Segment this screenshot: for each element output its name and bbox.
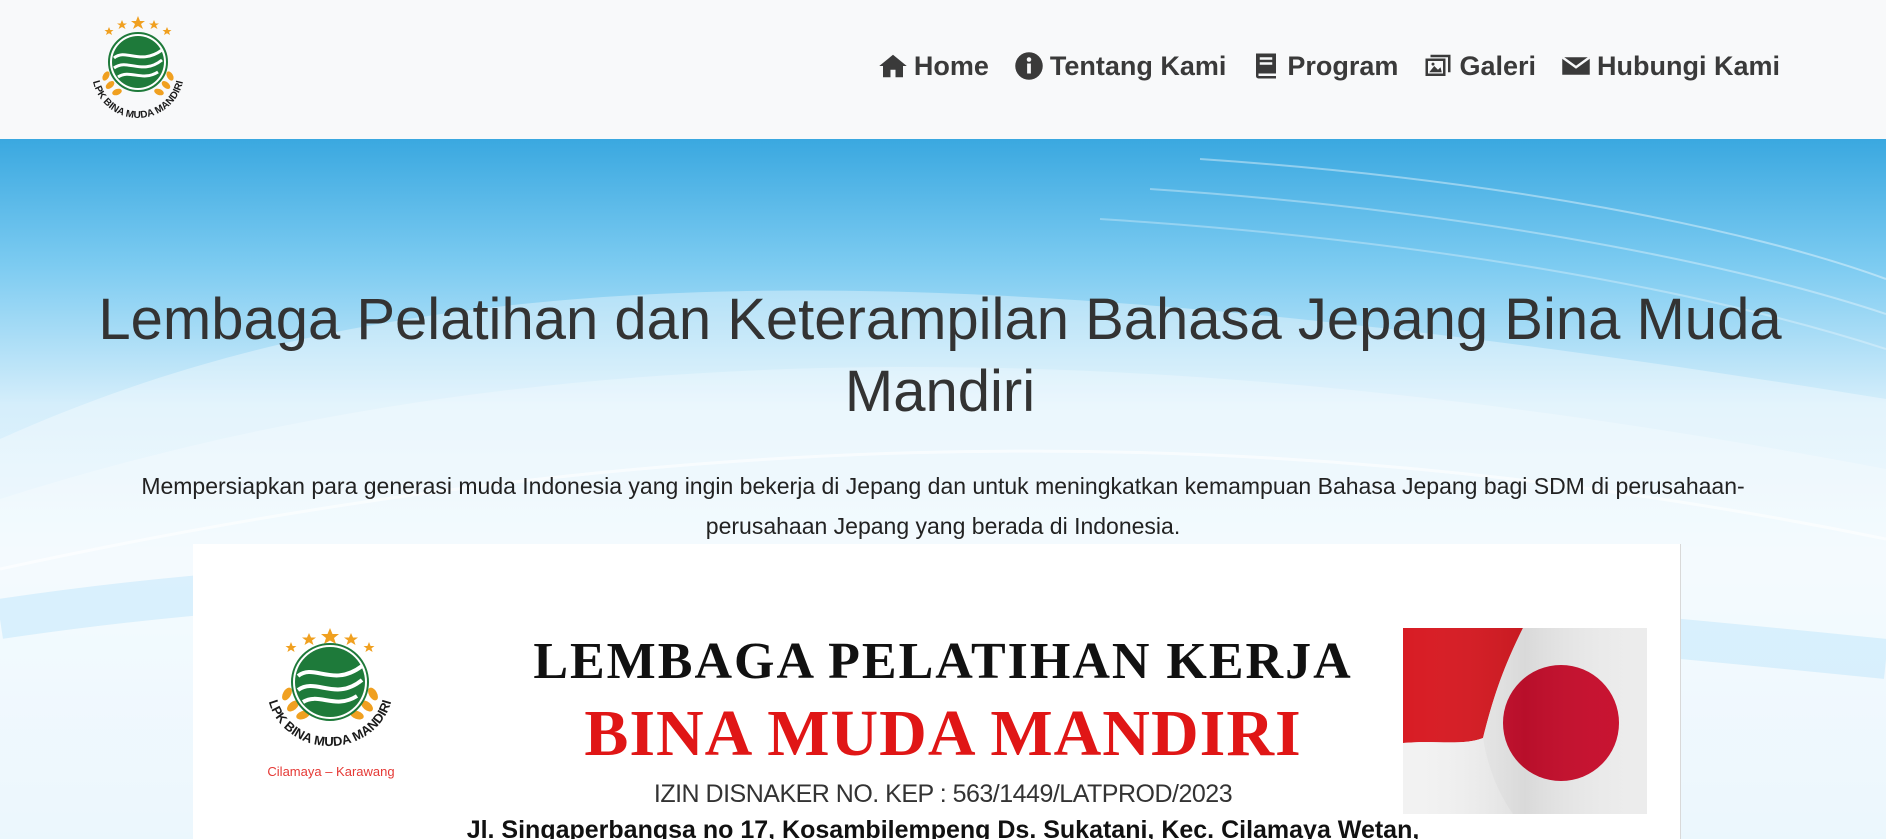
banner-heading: LEMBAGA PELATIHAN KERJA xyxy=(533,633,1353,690)
banner-license: IZIN DISNAKER NO. KEP : 563/1449/LATPROD… xyxy=(653,780,1233,808)
nav-galeri[interactable]: Galeri xyxy=(1423,51,1536,82)
navbar: LPK BINA MUDA MANDIRI Home Tentang Kami … xyxy=(0,0,1886,139)
main-nav: Home Tentang Kami Program Galeri Hubungi… xyxy=(853,44,1780,88)
hero-title: Lembaga Pelatihan dan Keterampilan Bahas… xyxy=(98,287,1782,424)
brand-logo[interactable]: LPK BINA MUDA MANDIRI xyxy=(78,14,198,124)
home-icon xyxy=(879,54,907,78)
nav-hubungi-kami-label: Hubungi Kami xyxy=(1597,50,1780,81)
nav-hubungi-kami[interactable]: Hubungi Kami xyxy=(1561,51,1780,82)
banner-location: Cilamaya – Karawang xyxy=(267,764,395,779)
nav-program[interactable]: Program xyxy=(1251,51,1398,82)
nav-home[interactable]: Home xyxy=(878,51,989,82)
indonesia-japan-flag-image xyxy=(1403,628,1647,814)
book-icon xyxy=(1256,53,1277,79)
images-icon xyxy=(1425,54,1451,76)
envelope-icon xyxy=(1561,56,1591,75)
hero-subtitle: Mempersiapkan para generasi muda Indones… xyxy=(141,473,1745,539)
banner-logo: LPK BINA MUDA MANDIRI xyxy=(266,628,394,749)
nav-program-label: Program xyxy=(1287,50,1399,81)
nav-home-label: Home xyxy=(913,50,989,81)
banner-address: Jl. Singaperbangsa no 17, Kosambilempeng… xyxy=(466,816,1420,839)
nav-tentang-kami[interactable]: Tentang Kami xyxy=(1014,50,1227,82)
nav-tentang-kami-label: Tentang Kami xyxy=(1049,50,1227,81)
banner-name: BINA MUDA MANDIRI xyxy=(584,697,1302,770)
institution-banner: LPK BINA MUDA MANDIRI Cilamaya – Karawan… xyxy=(193,544,1681,839)
info-icon xyxy=(1015,52,1043,80)
nav-galeri-label: Galeri xyxy=(1459,50,1536,81)
